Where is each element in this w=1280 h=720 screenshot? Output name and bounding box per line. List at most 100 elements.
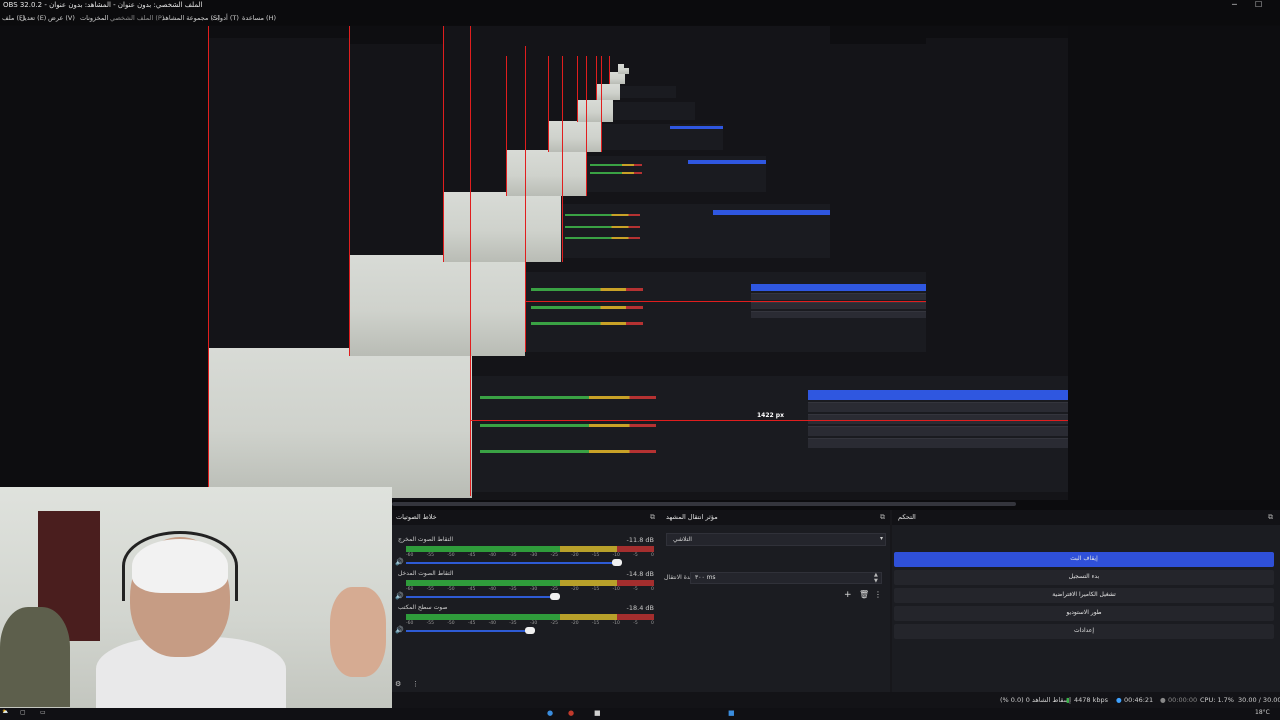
volume-slider-handle[interactable] [525,627,535,634]
meter-tick-label: -15 [591,621,600,626]
volume-slider-handle[interactable] [549,593,560,600]
selection-guide-line [609,56,610,84]
menu-scene-collection[interactable]: مجموعة المشاهد (S) [162,14,220,22]
nested-webcam [548,121,602,152]
transition-select[interactable]: ▾ التلاشي [666,533,886,546]
nested-button [808,414,1068,424]
start-recording-button[interactable]: بدء التسجيل [894,570,1274,585]
meter-tick-label: -45 [467,553,476,558]
speaker-icon[interactable]: 🔊 [395,558,404,566]
menu-view[interactable]: عرض (V) [48,14,75,22]
studio-mode-label: طور الاستوديو [1066,609,1102,616]
duration-spinner[interactable]: ▲ ▼ [874,572,878,584]
browser-taskbar-icon[interactable]: ● [547,709,553,717]
volume-slider-track[interactable] [406,562,617,564]
start-recording-label: بدء التسجيل [1068,573,1100,580]
meter-tick-label: -50 [447,553,455,558]
taskbar-icon[interactable]: ■ [594,709,601,717]
preview-canvas[interactable]: 1422 px [0,26,1280,500]
mixer-settings-icon[interactable]: ⚙ [395,680,401,688]
meter-ticks: -60 -55 -50 -45 -40 -35 -30 -25 -20 -15 -10 -5 0 [406,587,654,592]
nested-webcam [443,192,561,262]
volume-slider-track[interactable] [406,630,530,632]
meter-tick-label: -55 [426,587,435,592]
meter-tick-label: -55 [426,621,435,626]
maximize-button[interactable]: ☐ [1255,0,1262,9]
meter-tick-label: -10 [612,587,620,592]
menu-help[interactable]: مساعدة (H) [242,14,276,22]
selection-guide-line [349,26,350,356]
meter-tick-label: -35 [509,587,517,592]
nested-meter [531,288,643,291]
dock-float-icon[interactable]: ⧉ [650,513,655,522]
nested-button [808,426,1068,436]
taskbar-icon[interactable]: ■ [728,709,735,717]
meter-tick-label: -5 [633,587,638,592]
menu-edit[interactable]: تعديل (E) [20,14,46,22]
nested-px-label: 1422 px [757,412,784,419]
selection-guide-line [470,420,1068,421]
nested-stop-stream-button [751,284,926,291]
volume-slider-track[interactable] [406,596,555,598]
selection-guide-line [470,26,471,496]
nested-meter [565,226,640,228]
menu-tools[interactable]: أدوات (T) [212,14,239,22]
transitions-header: ⧉ مؤثر انتقال المشهد [660,510,890,525]
obs-taskbar-icon[interactable]: ● [568,709,574,717]
meter-tick-label: 0 [651,553,654,558]
speaker-icon[interactable]: 🔊 [395,592,404,600]
add-transition-button[interactable]: + [844,590,852,600]
nested-dock [613,102,695,120]
meter-tick-label: -60 [406,553,414,558]
minimize-button[interactable]: ─ [1232,0,1237,9]
preview-scrollbar[interactable] [392,502,1016,506]
person-hand [330,587,386,677]
second-person [0,607,70,707]
meter-tick-label: -30 [529,587,538,592]
fps: 30.00 / 30.00 FPS [1238,696,1280,704]
meter-tick-label: -50 [447,621,455,626]
meter-tick-label: 0 [651,587,654,592]
settings-label: إعدادات [1073,627,1095,634]
cpu-usage: CPU: 1.7% [1200,696,1234,704]
transition-menu-icon[interactable]: ⋮ [874,590,882,599]
dock-float-icon[interactable]: ⧉ [880,513,885,522]
selection-guide-line [525,301,926,302]
meter-tick-label: -40 [488,621,496,626]
taskbar-icon[interactable]: ▢ [20,709,26,716]
nested-meter [480,396,656,399]
transition-selected: التلاشي [673,536,692,543]
record-icon: ● [1160,696,1166,704]
dock-float-icon[interactable]: ⧉ [1268,513,1273,522]
menu-docks[interactable]: المخزونات [80,14,108,22]
transitions-title: مؤثر انتقال المشهد [666,513,718,521]
status-bar: إسقاط الشاهد 0 (0.0 %) ▮ 4478 kbps ● 00:… [392,692,1280,708]
studio-mode-button[interactable]: طور الاستوديو [894,606,1274,621]
track-db: -14.8 dB [626,570,654,578]
selection-guide-line [586,56,587,196]
meter-tick-label: -35 [509,621,517,626]
controls-panel: ⧉ التحكم إيقاف البث بدء التسجيل تشغيل ال… [892,510,1280,692]
speaker-icon[interactable]: 🔊 [395,626,404,634]
volume-meter [406,580,654,586]
controls-header: ⧉ التحكم [892,510,1280,525]
virtual-camera-button[interactable]: تشغيل الكاميرا الافتراضية [894,588,1274,603]
duration-field[interactable]: ٣٠٠ ms [690,572,882,584]
menu-profile[interactable]: الملف الشخصي (P) [110,14,164,22]
stop-streaming-button[interactable]: إيقاف البث [894,552,1274,567]
webcam-source[interactable] [0,487,392,708]
meter-tick-label: -60 [406,587,414,592]
stream-time: 00:46:21 [1124,696,1154,704]
record-time: 00:00:00 [1168,696,1198,704]
virtual-camera-label: تشغيل الكاميرا الافتراضية [1052,591,1116,598]
mixer-menu-icon[interactable]: ⋮ [412,680,419,688]
taskbar-widgets-icon[interactable]: ⛅ [2,709,8,715]
taskbar-icon[interactable]: ▭ [40,709,46,716]
meter-tick-label: -50 [447,587,455,592]
trash-icon[interactable]: 🗑 [859,590,869,599]
meter-tick-label: -45 [467,621,476,626]
track-name: صوت سطح المكتب [398,604,448,611]
settings-button[interactable]: إعدادات [894,624,1274,639]
volume-slider-handle[interactable] [611,559,622,566]
selection-guide-line [577,56,578,122]
